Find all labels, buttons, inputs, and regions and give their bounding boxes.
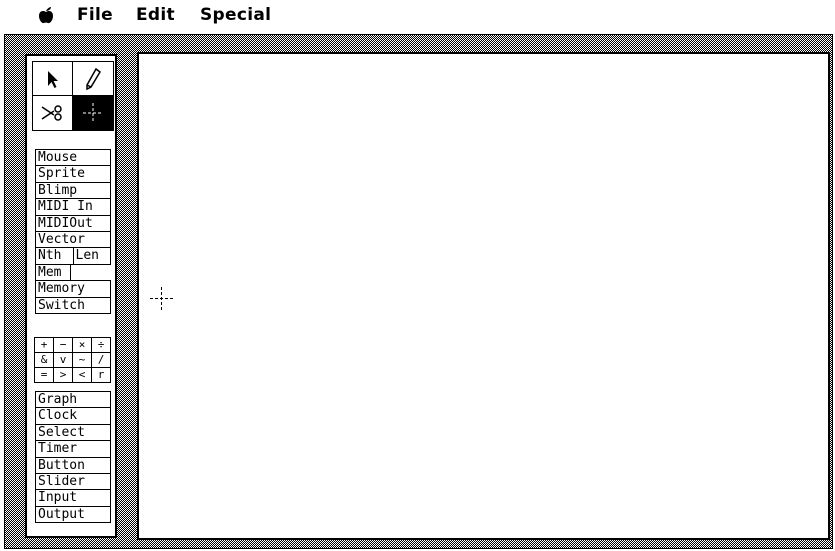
operator-divide[interactable]: ÷	[91, 337, 111, 353]
palette-item-memory[interactable]: Memory	[35, 280, 111, 298]
crosshair-tool[interactable]	[73, 96, 113, 130]
tool-grid	[32, 61, 114, 131]
operator-and[interactable]: &	[34, 352, 54, 368]
crosshair-icon	[83, 103, 103, 123]
palette-item-midi-in[interactable]: MIDI In	[35, 198, 111, 216]
object-list: Mouse Sprite Blimp MIDI In MIDIOut Vecto…	[35, 149, 111, 314]
object-palette: Mouse Sprite Blimp MIDI In MIDIOut Vecto…	[25, 54, 117, 538]
palette-item-input[interactable]: Input	[35, 489, 111, 507]
operator-minus[interactable]: −	[53, 337, 73, 353]
palette-item-len[interactable]: Len	[72, 247, 111, 265]
operator-multiply[interactable]: ×	[72, 337, 92, 353]
palette-item-select[interactable]: Select	[35, 423, 111, 442]
operator-less[interactable]: <	[72, 367, 92, 383]
file-menu[interactable]: File	[77, 5, 113, 25]
palette-item-nth[interactable]: Nth	[35, 247, 74, 265]
operator-plus[interactable]: +	[34, 337, 54, 353]
special-menu[interactable]: Special	[200, 5, 271, 25]
palette-item-blimp[interactable]: Blimp	[35, 181, 111, 200]
palette-item-sprite[interactable]: Sprite	[35, 165, 111, 183]
palette-item-switch[interactable]: Switch	[35, 296, 111, 314]
pencil-tool[interactable]	[73, 62, 113, 96]
pencil-icon	[86, 67, 101, 90]
operator-or[interactable]: v	[53, 352, 73, 368]
palette-item-timer[interactable]: Timer	[35, 440, 111, 458]
palette-item-graph[interactable]: Graph	[35, 391, 111, 409]
operator-equal[interactable]: =	[34, 367, 54, 383]
edit-menu[interactable]: Edit	[136, 5, 175, 25]
menu-bar: File Edit Special	[0, 0, 835, 30]
palette-item-clock[interactable]: Clock	[35, 407, 111, 425]
palette-item-midi-out[interactable]: MIDIOut	[35, 214, 111, 232]
ui-object-list: Graph Clock Select Timer Button Slider I…	[35, 391, 111, 524]
operator-grid: + − × ÷ & v ~ / = > < r	[34, 337, 111, 383]
palette-item-vector[interactable]: Vector	[35, 230, 111, 249]
apple-icon[interactable]	[38, 6, 54, 24]
palette-item-mem[interactable]: Mem	[35, 263, 71, 282]
operator-not[interactable]: ~	[72, 352, 92, 368]
arrow-tool[interactable]	[33, 62, 73, 96]
arrow-pointer-icon	[47, 70, 58, 88]
operator-greater[interactable]: >	[53, 367, 73, 383]
operator-r[interactable]: r	[91, 367, 111, 383]
scissors-tool[interactable]	[33, 96, 73, 130]
scissors-icon	[41, 105, 62, 121]
palette-item-mouse[interactable]: Mouse	[35, 149, 111, 167]
palette-item-slider[interactable]: Slider	[35, 472, 111, 491]
patch-canvas[interactable]	[137, 52, 830, 540]
operator-slash[interactable]: /	[91, 352, 111, 368]
palette-item-button[interactable]: Button	[35, 456, 111, 474]
crosshair-cursor-icon	[150, 287, 173, 310]
palette-item-output[interactable]: Output	[35, 505, 111, 524]
nth-len-row: Nth Len	[35, 247, 111, 265]
